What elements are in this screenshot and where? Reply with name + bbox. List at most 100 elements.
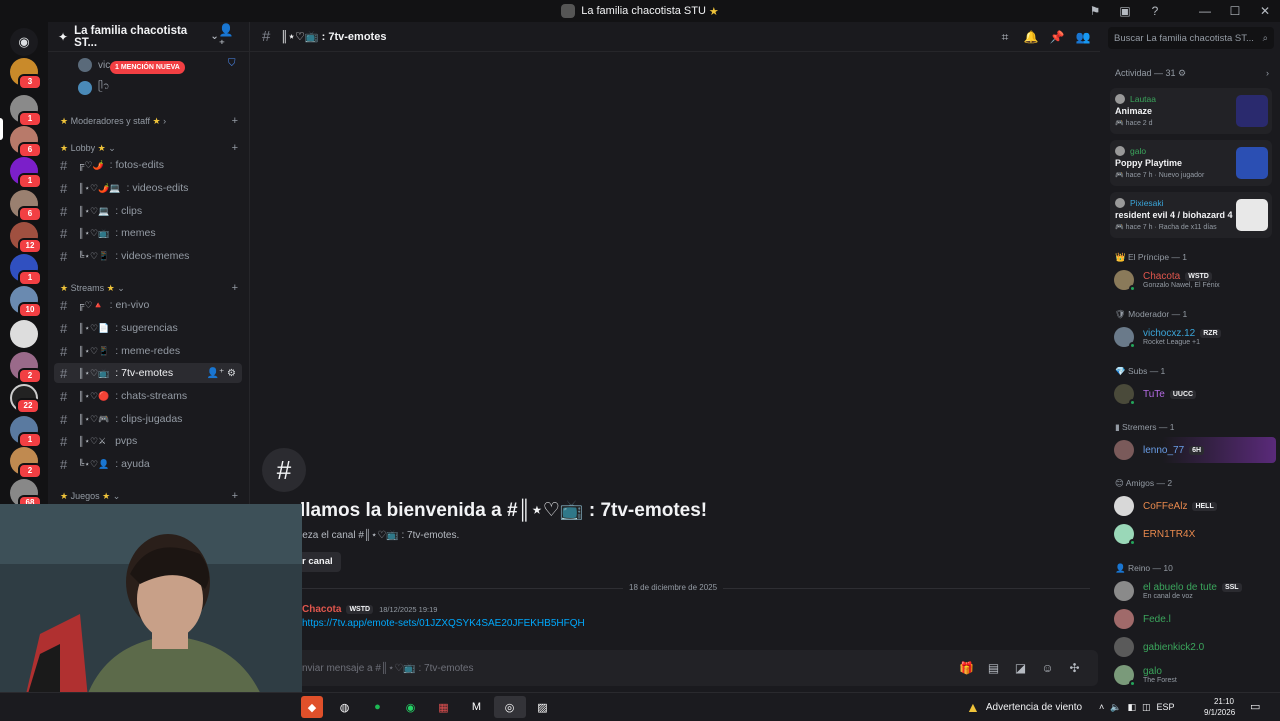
minimize-button[interactable]: —: [1190, 4, 1220, 18]
language-indicator[interactable]: ESP: [1157, 702, 1175, 712]
channel-fotos-edits[interactable]: # ╔♡🌶️: fotos-edits: [54, 155, 242, 175]
guild-header[interactable]: ✦ La familia chacotista ST... ⌄ 👤⁺: [48, 22, 249, 52]
channel-sugerencias[interactable]: # ║⋆♡📄: sugerencias: [54, 318, 242, 338]
help-icon[interactable]: ?: [1140, 4, 1170, 18]
guild-tag[interactable]: WSTD: [1185, 272, 1212, 281]
network-icon[interactable]: ◧: [1127, 702, 1136, 713]
channel-videos-memes[interactable]: # ╚⋆♡📱: videos-memes: [54, 246, 242, 266]
channel-clips[interactable]: # ║⋆♡💻: clips: [54, 201, 242, 221]
channel-videos-edits[interactable]: # ║⋆♡🌶️💻: videos-edits: [54, 178, 242, 198]
server-icon[interactable]: 1: [10, 254, 42, 286]
category-juegos[interactable]: ★ Juegos ★ ⌄ +: [60, 490, 238, 502]
server-icon[interactable]: 1: [10, 95, 42, 127]
add-channel-icon[interactable]: +: [232, 115, 238, 127]
pin-icon[interactable]: 📌: [1044, 30, 1070, 44]
obs-icon[interactable]: ◎: [493, 696, 526, 718]
guild-tag[interactable]: UUCC: [1169, 389, 1197, 399]
category-lobby[interactable]: ★ Lobby ★ ⌄ +: [60, 142, 238, 154]
inbox-icon[interactable]: ⚑: [1080, 4, 1110, 18]
add-channel-icon[interactable]: +: [232, 142, 238, 154]
server-icon[interactable]: 1: [10, 157, 42, 189]
speaker-icon[interactable]: 🔈: [1110, 702, 1121, 713]
server-icon[interactable]: 2: [10, 352, 42, 384]
sticker-icon[interactable]: ◪: [1007, 661, 1034, 675]
guild-tag[interactable]: RZR: [1200, 329, 1221, 338]
whatsapp-icon[interactable]: ◉: [395, 696, 427, 718]
message-input[interactable]: nviar mensaje a #║⋆♡📺 : 7tv-emotes 🎁 ▤ ◪…: [292, 650, 1098, 686]
search-input[interactable]: Buscar La familia chacotista ST... ⌕: [1108, 27, 1274, 49]
threads-icon[interactable]: ⌗: [992, 30, 1018, 45]
server-icon[interactable]: 6: [10, 190, 42, 222]
guild-tag[interactable]: SSL: [1221, 583, 1242, 592]
member-item[interactable]: vichocxz.12 RZR Rocket League +1: [1114, 324, 1274, 350]
gear-icon[interactable]: ⚙: [227, 368, 236, 379]
activity-card[interactable]: galo Poppy Playtime 🎮 hace 7 h · Nuevo j…: [1110, 140, 1272, 186]
app-tray-icon[interactable]: ◫: [1142, 702, 1151, 713]
member-item[interactable]: lenno_77 6H: [1114, 437, 1276, 463]
invite-people-icon[interactable]: 👤⁺: [219, 23, 239, 51]
add-channel-icon[interactable]: +: [232, 490, 238, 502]
server-icon[interactable]: 1: [10, 416, 42, 448]
channel-chats-streams[interactable]: # ║⋆♡🔴: chats-streams: [54, 386, 242, 406]
author-name[interactable]: Chacota: [302, 604, 341, 615]
server-icon[interactable]: 12: [10, 222, 42, 254]
member-item[interactable]: galo The Forest: [1114, 662, 1274, 688]
channel-7tv-emotes[interactable]: # ║⋆♡📺: 7tv-emotes 👤⁺ ⚙: [54, 363, 242, 383]
server-icon[interactable]: 22: [10, 384, 40, 414]
voice-user[interactable]: ᥫ᭡: [78, 79, 110, 97]
server-icon[interactable]: 68: [10, 479, 42, 511]
activity-card[interactable]: Lautaa Animaze 🎮 hace 2 d: [1110, 88, 1272, 134]
server-icon[interactable]: 3: [10, 58, 42, 90]
member-item[interactable]: ERN1TR4X: [1114, 521, 1274, 547]
channel-clips-jugadas[interactable]: # ║⋆♡🎮: clips-jugadas: [54, 409, 242, 429]
screen-share-icon[interactable]: ▣: [1110, 4, 1140, 18]
member-item[interactable]: Chacota WSTD Gonzalo Nawel, El Fénix: [1114, 267, 1274, 293]
server-icon[interactable]: [10, 320, 38, 348]
channel-ayuda[interactable]: # ╚⋆♡👤: ayuda: [54, 454, 242, 474]
create-invite-icon[interactable]: 👤⁺: [207, 368, 225, 379]
voice-user[interactable]: vic: [78, 58, 110, 72]
discord-home-icon[interactable]: ◉: [10, 28, 38, 56]
bell-icon[interactable]: 🔔: [1018, 30, 1044, 44]
weather-widget[interactable]: ▲ Advertencia de viento: [966, 693, 1082, 721]
category-moderadores[interactable]: ★ Moderadores y staff ★ › +: [60, 115, 238, 127]
close-button[interactable]: ✕: [1250, 4, 1280, 18]
clock[interactable]: 21:10 9/1/2026: [1204, 696, 1235, 718]
category-streams[interactable]: ★ Streams ★ ⌄ +: [60, 282, 238, 294]
server-icon[interactable]: 10: [10, 286, 42, 318]
new-mention-pill[interactable]: 1 MENCIÓN NUEVA: [110, 61, 185, 74]
guild-tag[interactable]: HELL: [1192, 501, 1217, 511]
channel-en-vivo[interactable]: # ╔♡🔺: en-vivo: [54, 295, 242, 315]
member-item[interactable]: TuTe UUCC: [1114, 381, 1274, 407]
activity-card[interactable]: Pixiesaki resident evil 4 / biohazard 4 …: [1110, 192, 1272, 238]
channel-meme-redes[interactable]: # ║⋆♡📱: meme-redes: [54, 341, 242, 361]
add-channel-icon[interactable]: +: [232, 282, 238, 294]
member-item[interactable]: Fede.l: [1114, 606, 1274, 632]
notification-icon[interactable]: ▭: [1250, 700, 1260, 713]
gift-icon[interactable]: 🎁: [953, 661, 980, 675]
spotify-icon[interactable]: ●: [362, 696, 394, 718]
app-icon[interactable]: M: [461, 696, 493, 718]
chevron-up-icon[interactable]: ˄: [1099, 702, 1104, 712]
message-link[interactable]: https://7tv.app/emote-sets/01JZXQSYK4SAE…: [302, 618, 585, 629]
guild-tag[interactable]: WSTD: [346, 605, 374, 614]
members-icon[interactable]: 👥: [1070, 30, 1096, 44]
app-icon[interactable]: ▨: [527, 696, 559, 718]
member-item[interactable]: el abuelo de tute SSL En canal de voz: [1114, 578, 1274, 604]
discord-app-icon[interactable]: ◍: [329, 696, 361, 718]
guild-tag[interactable]: 6H: [1189, 445, 1205, 455]
message-author[interactable]: Chacota WSTD 18/12/2025 19:19: [302, 604, 437, 615]
channel-memes[interactable]: # ║⋆♡📺: memes: [54, 223, 242, 243]
app-icon[interactable]: ▦: [428, 696, 460, 718]
server-icon[interactable]: 6: [10, 126, 42, 158]
server-icon[interactable]: 2: [10, 447, 42, 479]
member-item[interactable]: CoFFeAlz HELL: [1114, 493, 1274, 519]
channel-pvps[interactable]: # ║⋆♡⚔ pvps: [54, 431, 242, 451]
member-item[interactable]: gabienkick2.0: [1114, 634, 1274, 660]
brave-browser-icon[interactable]: ◆: [301, 696, 323, 718]
emoji-icon[interactable]: ☺: [1034, 661, 1061, 675]
apps-icon[interactable]: ✣: [1061, 661, 1088, 675]
activity-header[interactable]: Actividad — 31 ⚙ ›: [1115, 68, 1275, 79]
gif-icon[interactable]: ▤: [980, 661, 1007, 675]
maximize-button[interactable]: ☐: [1220, 4, 1250, 18]
